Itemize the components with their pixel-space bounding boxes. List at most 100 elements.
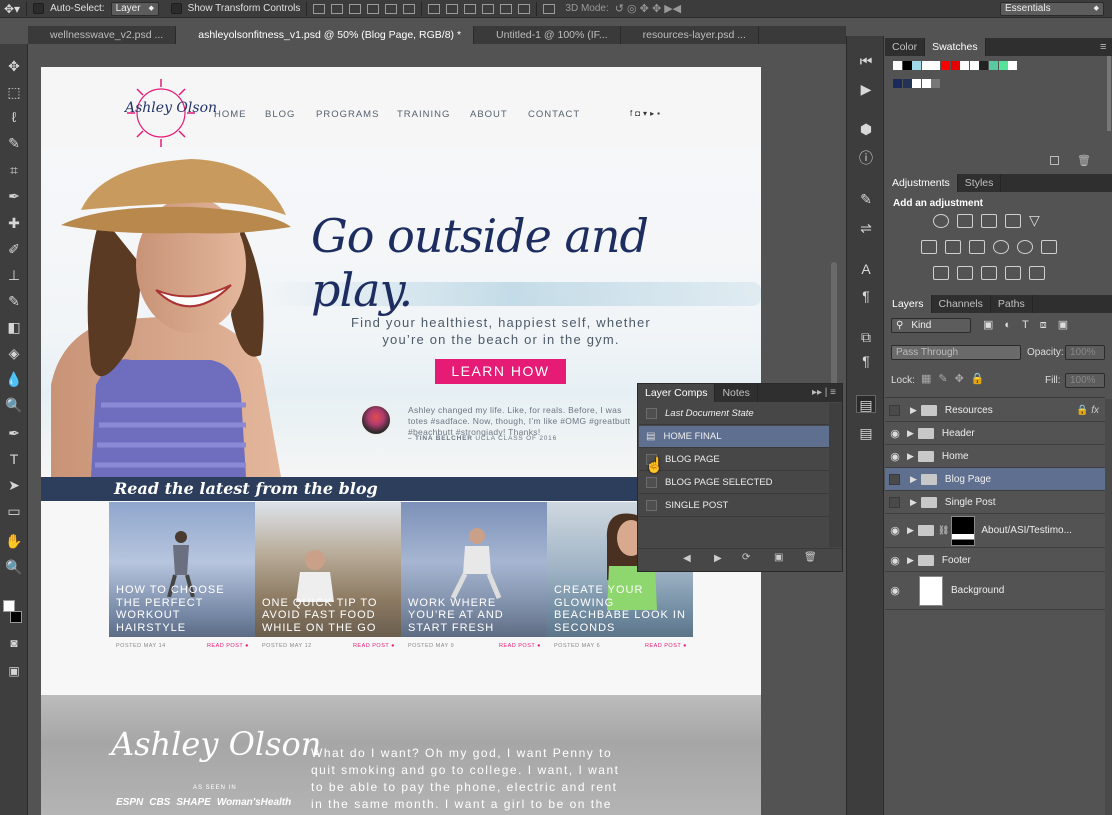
panel-menu-icon[interactable]: ▸▸ | ≡ — [812, 384, 842, 402]
auto-align-icon[interactable] — [543, 3, 556, 14]
character-styles-icon[interactable]: ⧉ — [856, 328, 876, 346]
swatch[interactable] — [902, 79, 912, 88]
comp-apply-box[interactable] — [646, 408, 657, 419]
swatch[interactable] — [950, 61, 960, 70]
layer-comps-panel-icon[interactable]: ▤ — [856, 395, 876, 413]
hue-saturation-icon[interactable] — [921, 240, 937, 254]
doc-tab-ashleyolson[interactable]: ashleyolsonfitness_v1.psd @ 50% (Blog Pa… — [176, 26, 475, 44]
brightness-icon[interactable] — [933, 214, 949, 228]
align-center-icon[interactable] — [385, 3, 398, 14]
brush-presets-icon[interactable]: ⇌ — [856, 219, 876, 237]
align-left-icon[interactable] — [367, 3, 380, 14]
crop-tool-icon[interactable]: ⌗ — [5, 161, 23, 179]
learn-how-button[interactable]: LEARN HOW — [435, 359, 566, 384]
brush-panel-icon[interactable]: ✎ — [856, 190, 876, 208]
layer-comps-scrollbar[interactable] — [829, 403, 842, 547]
levels-icon[interactable] — [957, 214, 973, 228]
swatch[interactable] — [941, 61, 950, 70]
move-tool-icon[interactable]: ✥ — [5, 57, 23, 75]
channel-mixer-icon[interactable] — [1017, 240, 1033, 254]
swatch[interactable] — [893, 79, 902, 88]
nav-blog[interactable]: BLOG — [265, 109, 295, 120]
character-panel-icon[interactable]: A — [856, 260, 876, 278]
background-color-swatch[interactable] — [10, 611, 22, 623]
tab-color[interactable]: Color — [885, 38, 926, 56]
swatch[interactable] — [893, 61, 902, 70]
swatch[interactable] — [998, 61, 1008, 70]
healing-tool-icon[interactable]: ✚ — [5, 214, 23, 232]
layer-comp-row[interactable]: BLOG PAGE — [639, 449, 829, 471]
visibility-toggle[interactable] — [889, 496, 900, 508]
swatch[interactable] — [969, 61, 979, 70]
pen-tool-icon[interactable]: ✒ — [5, 424, 23, 442]
tab-channels[interactable]: Channels — [932, 295, 991, 313]
paragraph-styles-icon[interactable]: ¶ — [856, 352, 876, 370]
opacity-field[interactable]: 100% — [1065, 345, 1105, 360]
doc-tab-resources[interactable]: resources-layer.psd ... — [621, 26, 759, 44]
expand-triangle-icon[interactable]: ▶ — [907, 451, 914, 462]
blog-card[interactable]: HOW TO CHOOSE THE PERFECT WORKOUT HAIRST… — [109, 502, 255, 652]
quick-mask-icon[interactable]: ◙ — [5, 634, 23, 652]
nav-about[interactable]: ABOUT — [470, 109, 508, 120]
blend-mode-dropdown[interactable]: Pass Through — [891, 345, 1021, 360]
swatch[interactable] — [979, 61, 989, 70]
read-post-link[interactable]: READ POST ● — [353, 643, 395, 649]
nav-training[interactable]: TRAINING — [397, 109, 450, 120]
move-tool-icon[interactable]: ✥▾ — [4, 2, 20, 16]
posterize-icon[interactable] — [957, 266, 973, 280]
swatch[interactable] — [989, 61, 998, 70]
layer-comp-row[interactable]: Last Document State — [639, 403, 829, 425]
curves-icon[interactable] — [981, 214, 997, 228]
eye-icon[interactable]: ◉ — [885, 554, 905, 567]
nav-home[interactable]: HOME — [214, 109, 247, 120]
screen-mode-icon[interactable]: ▣ — [5, 662, 23, 680]
distribute-center-icon[interactable] — [500, 3, 513, 14]
new-comp-icon[interactable]: ▣ — [774, 552, 783, 563]
auto-select-dropdown[interactable]: Layer ◆ — [110, 1, 159, 16]
doc-tab-untitled[interactable]: Untitled-1 @ 100% (IF... — [474, 26, 621, 44]
visibility-toggle[interactable] — [889, 473, 900, 485]
color-lookup-icon[interactable] — [1041, 240, 1057, 254]
blog-card[interactable]: ONE QUICK TIP TO AVOID FAST FOOD WHILE O… — [255, 502, 401, 652]
distribute-top-icon[interactable] — [428, 3, 441, 14]
gradient-map-icon[interactable] — [1005, 266, 1021, 280]
eye-icon[interactable]: ◉ — [885, 584, 905, 597]
expand-triangle-icon[interactable]: ▶ — [910, 497, 917, 508]
trash-icon[interactable]: 🗑 — [804, 552, 817, 563]
expand-triangle-icon[interactable]: ▶ — [907, 428, 914, 439]
eye-icon[interactable]: ◉ — [885, 450, 905, 463]
workspace-dropdown[interactable]: Essentials ◆ — [1000, 1, 1104, 16]
eye-icon[interactable]: ◉ — [885, 524, 905, 537]
layer-comp-row[interactable]: BLOG PAGE SELECTED — [639, 472, 829, 494]
swatch[interactable] — [902, 61, 912, 70]
invert-icon[interactable] — [933, 266, 949, 280]
swatch[interactable] — [1008, 61, 1018, 70]
photo-filter-icon[interactable] — [993, 240, 1009, 254]
eraser-tool-icon[interactable]: ◧ — [5, 318, 23, 336]
type-tool-icon[interactable]: T — [5, 450, 23, 468]
dodge-tool-icon[interactable]: 🔍 — [5, 396, 23, 414]
actions-panel-icon[interactable]: ▶ — [856, 80, 876, 98]
blog-card[interactable]: WORK WHERE YOU’RE AT AND START FRESH POS… — [401, 502, 547, 652]
social-icons[interactable]: f◘▾▸▪ — [630, 109, 663, 118]
align-top-icon[interactable] — [313, 3, 326, 14]
update-comp-icon[interactable]: ⟳ — [742, 552, 750, 563]
eye-icon[interactable]: ◉ — [885, 427, 905, 440]
show-transform-checkbox[interactable] — [170, 3, 182, 14]
layer-row-single-post[interactable]: ▶ Single Post — [885, 491, 1105, 514]
comp-apply-box[interactable] — [646, 500, 657, 511]
swatch[interactable] — [960, 61, 970, 70]
layers-scrollbar[interactable] — [1105, 399, 1112, 815]
notes-panel-icon[interactable]: ▤ — [856, 424, 876, 442]
visibility-toggle[interactable] — [889, 404, 900, 416]
tab-notes[interactable]: Notes — [715, 384, 758, 402]
swatch[interactable] — [921, 79, 931, 88]
read-post-link[interactable]: READ POST ● — [499, 643, 541, 649]
eyedropper-tool-icon[interactable]: ✒ — [5, 187, 23, 205]
next-comp-icon[interactable]: ▶ — [714, 553, 722, 564]
comp-applied-icon[interactable]: ▤ — [646, 431, 655, 442]
auto-select-checkbox[interactable] — [33, 3, 45, 14]
swatch[interactable] — [931, 79, 941, 88]
tab-paths[interactable]: Paths — [991, 295, 1033, 313]
swatch[interactable] — [921, 61, 931, 70]
